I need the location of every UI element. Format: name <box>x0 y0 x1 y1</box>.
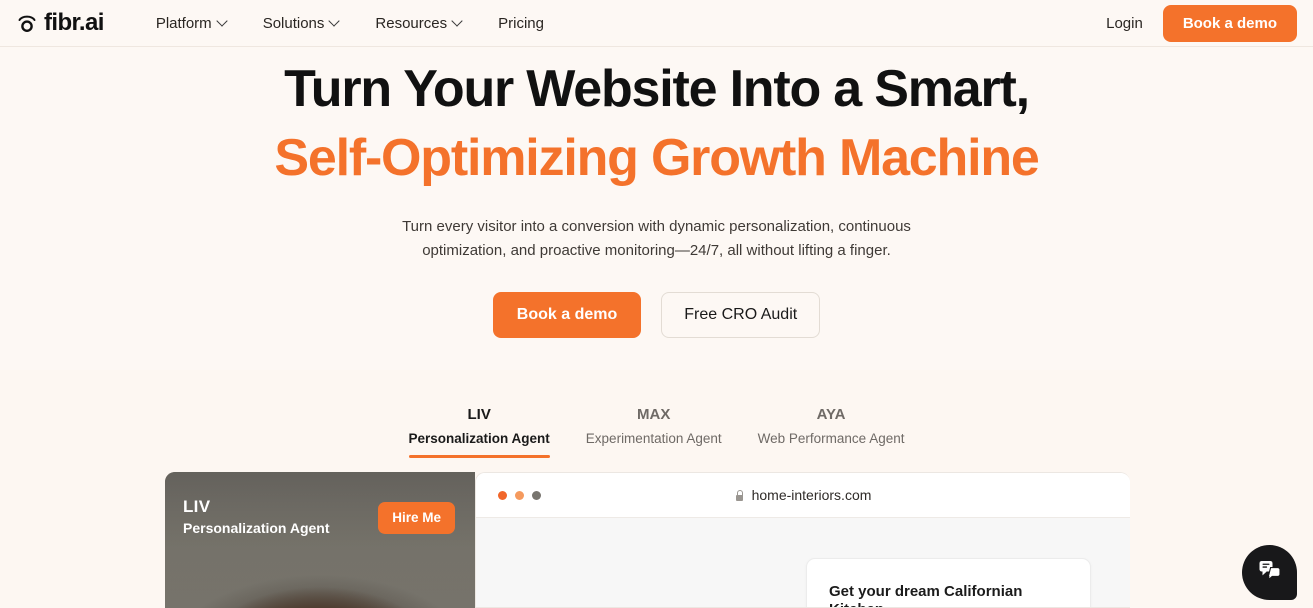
login-link[interactable]: Login <box>1106 15 1143 32</box>
nav-item-resources[interactable]: Resources <box>375 15 462 32</box>
nav-item-pricing-label: Pricing <box>498 14 544 32</box>
nav-item-solutions[interactable]: Solutions <box>263 15 340 32</box>
agent-card-name: LIV <box>183 497 211 516</box>
hero-book-demo-button[interactable]: Book a demo <box>492 291 642 338</box>
hero-title-line2: Self-Optimizing Growth Machine <box>274 129 1039 188</box>
tab-aya-label: Web Performance Agent <box>757 430 905 446</box>
eye-circle-icon <box>16 12 38 34</box>
site-header: fibr.ai Platform Solutions Resources Pri… <box>0 0 1313 47</box>
page-title: Turn Your Website Into a Smart, Self-Opt… <box>0 47 1313 193</box>
chat-widget-button[interactable] <box>1242 545 1297 600</box>
nav-item-pricing[interactable]: Pricing <box>498 15 544 32</box>
hire-me-button[interactable]: Hire Me <box>378 502 455 534</box>
nav-item-resources-label: Resources <box>375 14 448 32</box>
agent-tabs: LIV Personalization Agent MAX Experiment… <box>0 370 1313 458</box>
tab-aya-code: AYA <box>816 406 846 423</box>
chevron-down-icon <box>330 17 339 26</box>
chevron-down-icon <box>218 17 227 26</box>
hero-free-cro-audit-button[interactable]: Free CRO Audit <box>661 291 821 338</box>
browser-address-bar[interactable]: home-interiors.com <box>476 487 1130 503</box>
tab-liv-label: Personalization Agent <box>408 430 550 446</box>
hero-title-line1: Turn Your Website Into a Smart, <box>284 60 1030 118</box>
browser-toolbar: home-interiors.com <box>476 473 1130 518</box>
header-actions: Login Book a demo <box>1106 4 1297 42</box>
main-nav: Platform Solutions Resources Pricing <box>156 15 544 32</box>
tab-max[interactable]: MAX Experimentation Agent <box>568 406 740 448</box>
agent-card-role: Personalization Agent <box>183 520 330 536</box>
hero-subtitle-line2: optimization, and proactive monitoring—2… <box>422 241 891 259</box>
browser-viewport: Get your dream Californian Kitchen <box>476 518 1130 607</box>
hero-subtitle: Turn every visitor into a conversion wit… <box>377 215 937 262</box>
hero-subtitle-line1: Turn every visitor into a conversion wit… <box>402 218 911 236</box>
browser-url-text: home-interiors.com <box>751 487 872 503</box>
nav-item-platform[interactable]: Platform <box>156 15 227 32</box>
promo-card: Get your dream Californian Kitchen <box>806 558 1091 607</box>
tab-max-label: Experimentation Agent <box>585 430 722 446</box>
nav-item-solutions-label: Solutions <box>262 14 325 32</box>
logo[interactable]: fibr.ai <box>16 11 104 35</box>
logo-text: fibr.ai <box>44 9 104 36</box>
tab-max-code: MAX <box>637 406 671 423</box>
browser-mockup: home-interiors.com Get your dream Califo… <box>475 472 1130 608</box>
promo-card-title: Get your dream Californian Kitchen <box>829 583 1023 607</box>
tab-active-indicator <box>408 454 550 458</box>
hero-section: Turn Your Website Into a Smart, Self-Opt… <box>0 47 1313 338</box>
chat-bubbles-icon <box>1258 559 1282 586</box>
tab-aya[interactable]: AYA Web Performance Agent <box>740 406 923 448</box>
agent-card-liv: LIV Personalization Agent Hire Me <box>165 472 475 608</box>
demo-preview: LIV Personalization Agent Hire Me home-i… <box>165 472 1130 608</box>
tab-liv-code: LIV <box>467 406 491 423</box>
chevron-down-icon <box>453 17 462 26</box>
tab-liv[interactable]: LIV Personalization Agent <box>391 406 568 458</box>
nav-item-platform-label: Platform <box>155 14 212 32</box>
lock-icon <box>735 489 744 501</box>
hero-cta-group: Book a demo Free CRO Audit <box>0 291 1313 338</box>
landing-page: fibr.ai Platform Solutions Resources Pri… <box>0 0 1313 608</box>
header-book-demo-button[interactable]: Book a demo <box>1162 4 1297 42</box>
agent-card-overlay <box>165 472 475 608</box>
